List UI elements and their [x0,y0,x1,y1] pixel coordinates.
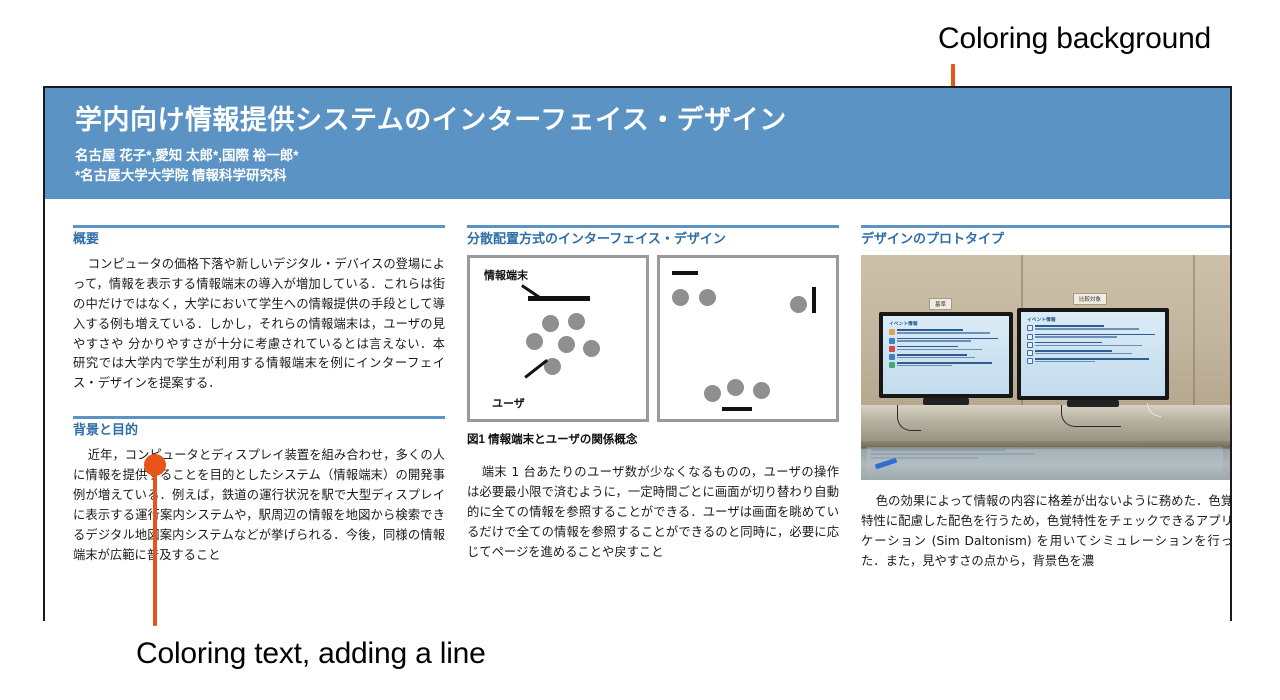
event-icon [889,329,895,336]
figure1-terminal-bar [722,406,752,411]
poster-title: 学内向け情報提供システムのインターフェイス・デザイン [75,105,787,135]
photo-cable [1061,404,1121,427]
event-icon [1027,358,1033,365]
event-icon [889,345,895,352]
section-body-background: 近年，コンピュータとディスプレイ装置を組み合わせ，多くの人に情報を提供することを… [73,448,445,562]
section-body-distributed-layout: 端末 1 台あたりのユーザ数が少なくなるものの，ユーザの操作は必要最小限で済むよ… [467,464,839,559]
figure1-user-dot [790,295,807,313]
figure1-terminal-bar [812,286,816,313]
figure1-user-dot [542,314,559,332]
annotation-label-coloring-text: Coloring text, adding a line [136,637,486,670]
event-icon [1027,333,1033,340]
figure1-panel-left: 情報端末 ユーザ [467,254,649,422]
poster-column-2: 分散配置方式のインターフェイス・デザイン 情報端末 ユーザ 図1 情報端末とユー… [467,225,839,621]
photo-reflection [867,446,1223,479]
figure1-user-dot [558,335,575,353]
figure1-user-dot [568,312,585,330]
prototype-photo: イベント情報 基準 イベント情報 比較対象 [861,254,1230,480]
annotation-label-coloring-background: Coloring background [938,22,1212,55]
event-text [1035,325,1159,330]
poster-columns: 概要 コンピュータの価格下落や新しいデジタル・デバイスの登場によって，情報を表示… [45,199,1232,621]
section-rule [73,225,445,228]
section-heading-overview: 概要 [73,231,100,246]
event-text [1035,358,1159,363]
event-icon [1027,341,1033,348]
event-icon [1027,325,1033,332]
event-text [897,345,1003,351]
photo-wall-seam [1193,254,1195,405]
event-text [897,329,1003,334]
figure1-label-user: ユーザ [492,397,525,410]
tv-right: イベント情報 [1017,307,1169,400]
tv-left-label: 基準 [929,297,953,310]
annotation-leader-line-bottom [153,466,157,626]
tv-right-label: 比較対象 [1073,292,1108,305]
figure1-panels: 情報端末 ユーザ [467,254,839,422]
event-text [1035,349,1159,355]
poster-page: 学内向け情報提供システムのインターフェイス・デザイン 名古屋 花子*,愛知 太郎… [43,86,1232,621]
figure1-label-terminal: 情報端末 [484,269,528,282]
event-icon [1027,349,1033,356]
section-background: 背景と目的 近年，コンピュータとディスプレイ装置を組み合わせ，多くの人に情報を提… [73,416,445,565]
tv-left: イベント情報 [879,311,1013,398]
tv-right-screen: イベント情報 [1021,311,1165,396]
figure1-user-dot [727,378,744,396]
section-rule [73,416,445,420]
poster-affiliation: *名古屋大学大学院 情報科学研究科 [75,167,287,183]
event-text [897,353,1003,359]
figure1: 情報端末 ユーザ 図1 情報端末とユーザの関係概念 [467,254,839,447]
section-body-prototype: 色の効果によって情報の内容に格差が出ないように務めた．色覚特性に配慮した配色を行… [861,493,1232,568]
tv-right-screen-title: イベント情報 [1027,316,1056,322]
event-text [897,337,1003,342]
poster-banner: 学内向け情報提供システムのインターフェイス・デザイン 名古屋 花子*,愛知 太郎… [45,86,1230,199]
event-icon [889,353,895,360]
figure1-user-dot [526,332,543,350]
event-icon [889,337,895,344]
photo-cable [897,404,921,431]
section-rule [467,225,839,228]
tv-left-screen-title: イベント情報 [889,320,918,326]
figure1-caption: 図1 情報端末とユーザの関係概念 [467,433,638,446]
event-text [897,362,1003,367]
tv-left-stand [923,397,969,405]
tv-left-screen: イベント情報 [883,315,1009,394]
figure1-user-dot [699,288,716,306]
poster-authors: 名古屋 花子*,愛知 太郎*,国際 裕一郎* [75,148,299,164]
figure1-terminal-bar [672,270,698,275]
figure1-user-dot [704,384,721,402]
section-heading-background: 背景と目的 [73,422,139,438]
figure1-user-dot [753,381,770,399]
section-rule [861,225,1230,228]
event-text [1035,341,1159,347]
section-heading-distributed-layout: 分散配置方式のインターフェイス・デザイン [467,231,726,246]
poster-column-1: 概要 コンピュータの価格下落や新しいデジタル・デバイスの登場によって，情報を表示… [73,225,445,621]
annotation-dot-bottom [144,454,166,476]
figure1-user-dot [672,288,689,306]
event-icon [889,362,895,369]
figure1-terminal-bar [528,295,590,301]
section-body-overview: コンピュータの価格下落や新しいデジタル・デバイスの登場によって，情報を表示する情… [73,256,445,391]
poster-column-3: デザインのプロトタイプ イベント情報 基準 イベント情報 比較対象 色の効果によ… [861,225,1232,621]
figure1-panel-right [657,254,839,422]
figure1-user-dot [583,339,600,357]
section-overview: 概要 コンピュータの価格下落や新しいデジタル・デバイスの登場によって，情報を表示… [73,225,445,394]
section-heading-prototype: デザインのプロトタイプ [861,231,1005,246]
event-text [1035,333,1159,338]
